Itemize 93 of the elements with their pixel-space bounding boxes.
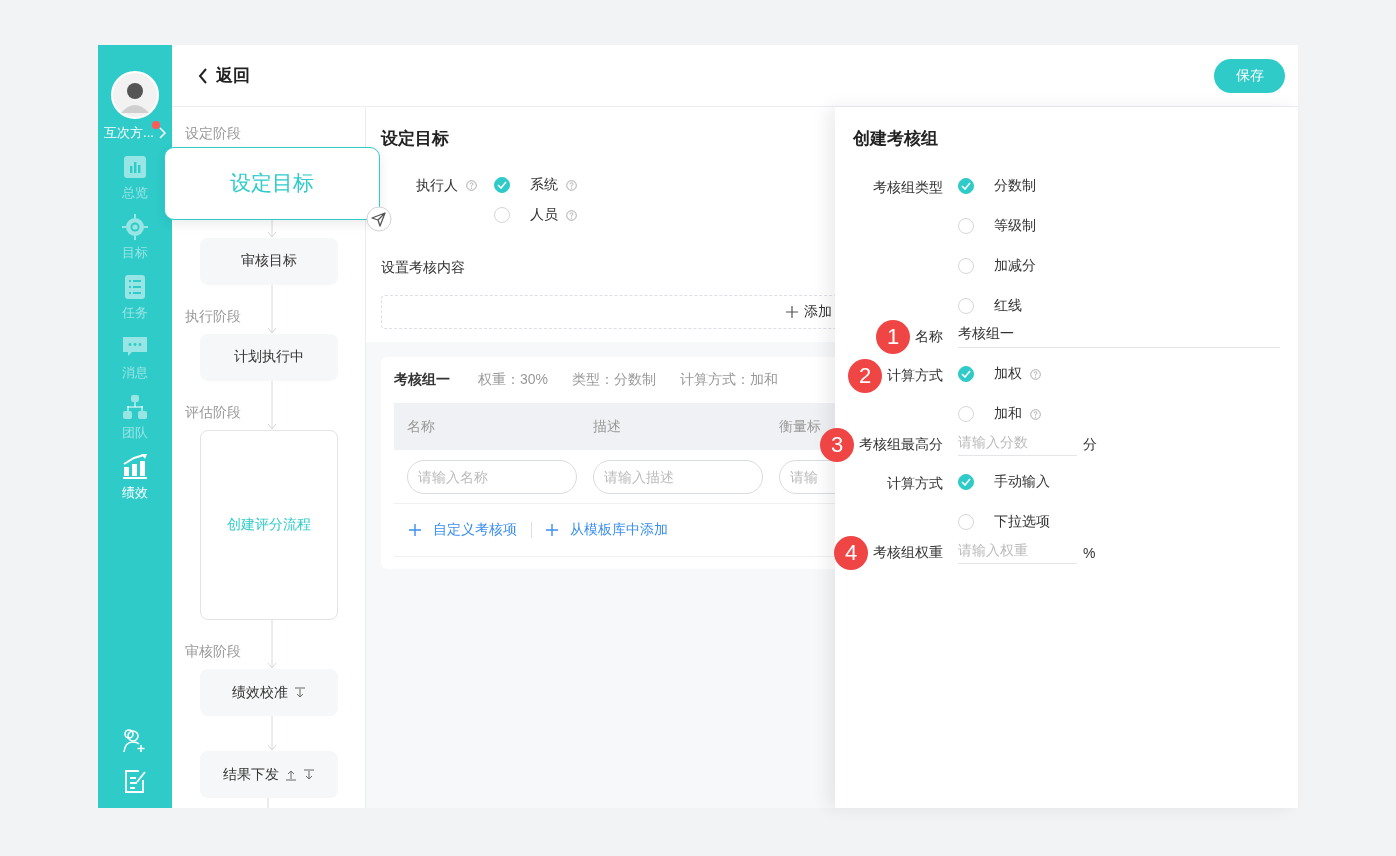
help-icon[interactable] bbox=[1030, 408, 1041, 420]
option-label: 加和 bbox=[994, 405, 1022, 423]
panel-title: 创建考核组 bbox=[853, 128, 939, 150]
field-label: 计算方式 bbox=[887, 475, 943, 493]
option-label: 人员 bbox=[530, 206, 558, 224]
move-up-icon[interactable] bbox=[285, 768, 297, 781]
step-badge: 1 bbox=[876, 320, 910, 354]
flow-node[interactable]: 计划执行中 bbox=[200, 333, 338, 381]
radio-button[interactable] bbox=[494, 177, 510, 193]
option-label: 分数制 bbox=[994, 177, 1036, 195]
stage-label: 评估阶段 bbox=[185, 403, 242, 422]
check-icon bbox=[961, 370, 971, 378]
radio-button[interactable] bbox=[958, 366, 974, 382]
column-header: 衡量标 bbox=[779, 417, 821, 436]
nav-item[interactable]: 目标 bbox=[122, 214, 148, 274]
group-meta: 权重：30% bbox=[478, 371, 549, 389]
flow-node[interactable]: 创建评分流程 bbox=[200, 429, 338, 621]
field-label: 名称 bbox=[915, 328, 943, 346]
user-name: 互次方... bbox=[104, 124, 154, 142]
field-label: 计算方式 bbox=[887, 367, 943, 385]
step-badge: 2 bbox=[848, 359, 882, 393]
save-button[interactable]: 保存 bbox=[1214, 58, 1285, 93]
plus-icon bbox=[409, 524, 421, 536]
flow-node[interactable]: 审核目标 bbox=[200, 237, 338, 285]
chevron-right-icon bbox=[157, 127, 166, 139]
help-icon[interactable] bbox=[566, 209, 577, 221]
check-icon bbox=[961, 182, 971, 190]
nav-item[interactable]: 总览 bbox=[122, 154, 148, 214]
plus-icon bbox=[786, 306, 798, 318]
section-title: 设定目标 bbox=[381, 128, 450, 150]
section-label: 设置考核内容 bbox=[381, 259, 466, 277]
flow-node[interactable]: 结果下发 bbox=[200, 751, 338, 798]
plus-icon bbox=[546, 524, 558, 536]
user-menu[interactable]: 互次方... bbox=[104, 124, 166, 142]
field-label: 考核组类型 bbox=[873, 179, 943, 197]
connector-arrow bbox=[267, 380, 277, 430]
option-label: 加减分 bbox=[994, 257, 1036, 275]
column-header: 名称 bbox=[407, 417, 436, 436]
stage-label: 设定阶段 bbox=[185, 125, 242, 143]
growth-chart-icon bbox=[122, 454, 148, 480]
org-chart-icon bbox=[122, 394, 148, 420]
unit-label: % bbox=[1083, 544, 1096, 561]
field-label: 考核组权重 bbox=[873, 544, 943, 562]
option-label: 加权 bbox=[994, 365, 1022, 383]
target-icon bbox=[122, 214, 148, 240]
check-icon bbox=[497, 181, 507, 189]
unit-label: 分 bbox=[1083, 435, 1097, 454]
input-field[interactable]: 请输 bbox=[779, 459, 835, 494]
stage-label: 审核阶段 bbox=[185, 643, 242, 662]
connector-arrow bbox=[267, 620, 277, 670]
flow-node[interactable]: 绩效校准 bbox=[200, 669, 338, 717]
group-meta: 计算方式：加和 bbox=[680, 371, 779, 389]
add-item-link[interactable]: 从模板库中添加 bbox=[546, 521, 668, 539]
nav-item[interactable]: 消息 bbox=[122, 334, 148, 394]
help-icon[interactable] bbox=[566, 179, 577, 191]
connector-arrow bbox=[267, 716, 277, 752]
back-link[interactable]: 返回 bbox=[198, 64, 250, 87]
chevron-left-icon bbox=[198, 67, 208, 84]
group-name: 考核组一 bbox=[394, 371, 450, 389]
input-field[interactable]: 请输入名称 bbox=[407, 459, 577, 494]
add-user-icon[interactable] bbox=[122, 728, 148, 754]
field-label: 执行人 bbox=[416, 177, 458, 195]
field-label: 考核组最高分 bbox=[859, 436, 943, 454]
connector-arrow bbox=[267, 284, 277, 334]
input-field[interactable]: 请输入描述 bbox=[593, 459, 763, 494]
step-badge: 4 bbox=[834, 536, 868, 570]
help-icon[interactable] bbox=[466, 180, 477, 191]
list-icon bbox=[122, 274, 148, 300]
check-icon bbox=[961, 478, 971, 486]
option-label: 下拉选项 bbox=[994, 513, 1050, 531]
column-header: 描述 bbox=[593, 417, 622, 436]
option-label: 等级制 bbox=[994, 217, 1036, 235]
avatar[interactable] bbox=[111, 71, 159, 119]
move-down-icon[interactable] bbox=[294, 686, 306, 699]
edit-document-icon[interactable] bbox=[123, 768, 147, 794]
option-label: 红线 bbox=[994, 297, 1022, 315]
option-label: 手动输入 bbox=[994, 473, 1050, 491]
step-badge: 3 bbox=[820, 428, 854, 462]
radio-button[interactable] bbox=[958, 178, 974, 194]
chart-icon bbox=[122, 154, 148, 180]
nav-item[interactable]: 任务 bbox=[122, 274, 148, 334]
send-icon[interactable] bbox=[366, 205, 392, 232]
move-down-icon[interactable] bbox=[303, 768, 315, 781]
help-icon[interactable] bbox=[1030, 368, 1041, 380]
flow-node[interactable]: 设定目标 bbox=[164, 146, 380, 220]
add-item-link[interactable]: 自定义考核项 bbox=[409, 521, 517, 539]
option-label: 系统 bbox=[530, 176, 558, 194]
nav-item[interactable]: 绩效 bbox=[122, 454, 148, 514]
nav-item[interactable]: 团队 bbox=[122, 394, 148, 454]
connector-arrow bbox=[267, 219, 277, 238]
radio-button[interactable] bbox=[958, 474, 974, 490]
group-meta: 类型：分数制 bbox=[572, 371, 657, 389]
stage-label: 执行阶段 bbox=[185, 307, 242, 326]
